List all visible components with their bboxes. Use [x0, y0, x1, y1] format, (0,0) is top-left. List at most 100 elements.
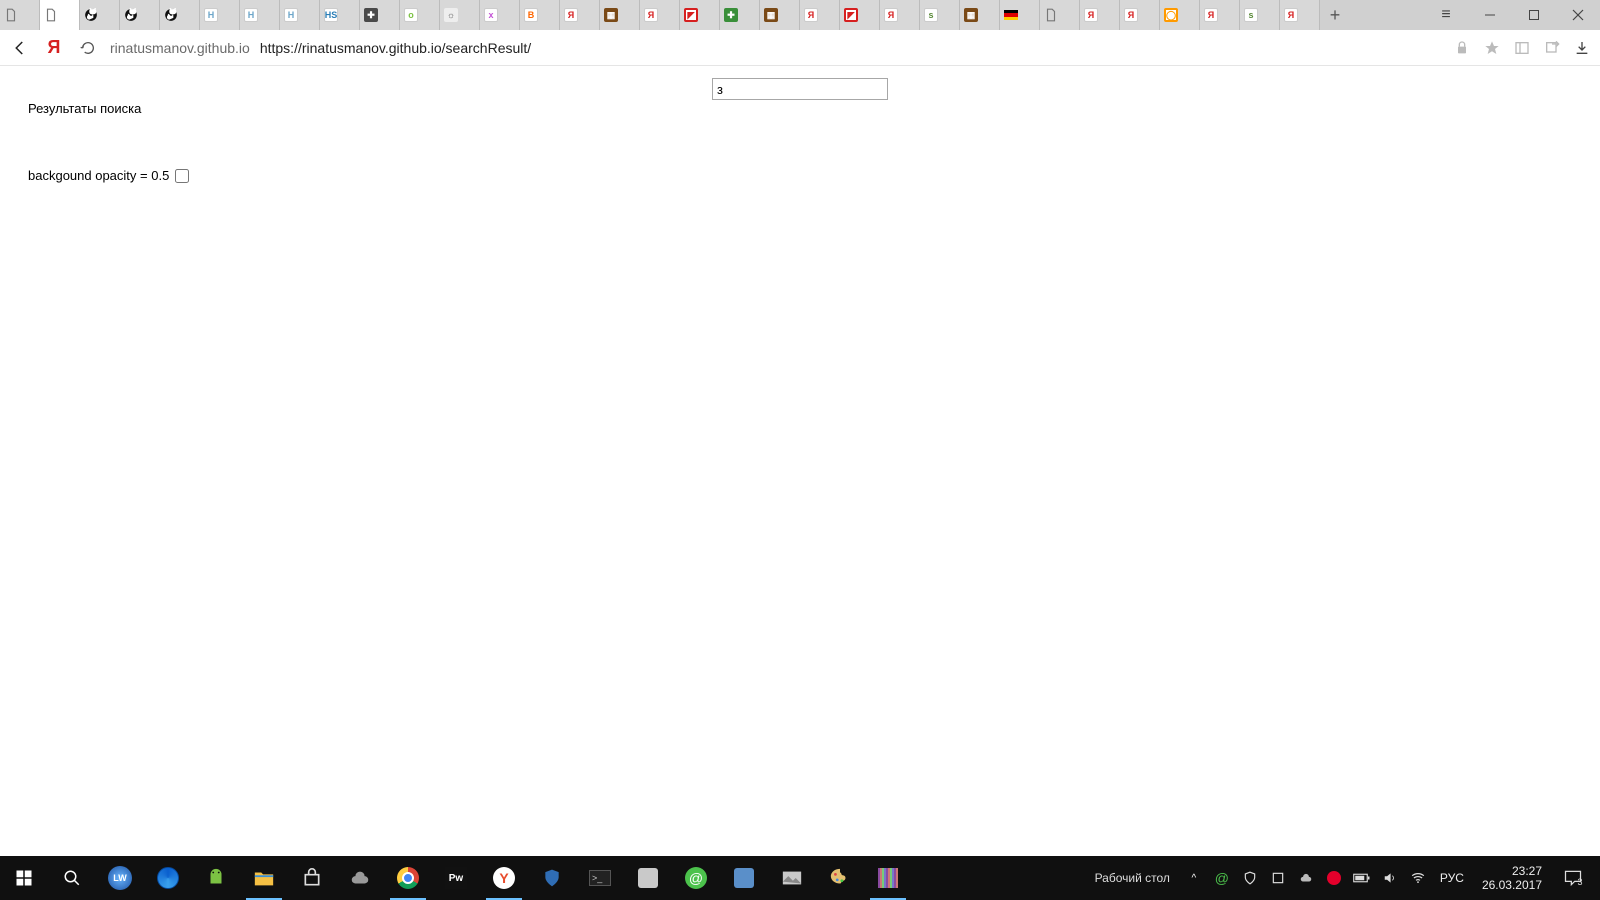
browser-tab[interactable]: B: [520, 0, 560, 30]
browser-tab[interactable]: [0, 0, 40, 30]
browser-tabbar: HHHHS✚o☼xBЯ▦Я◤✚▦Я◤Яs▦ЯЯ◯ЯsЯ + ≡: [0, 0, 1600, 30]
tray-wifi-icon[interactable]: [1408, 868, 1428, 888]
input-language-indicator[interactable]: РУС: [1436, 871, 1468, 885]
browser-tab[interactable]: s: [920, 0, 960, 30]
browser-tab[interactable]: ◤: [680, 0, 720, 30]
tab-favicon-icon: H: [204, 8, 218, 22]
browser-tab[interactable]: Я: [800, 0, 840, 30]
browser-tab[interactable]: H: [280, 0, 320, 30]
minimize-button[interactable]: [1468, 0, 1512, 30]
bookmark-star-icon[interactable]: [1482, 38, 1502, 58]
tray-battery-icon[interactable]: [1352, 868, 1372, 888]
tab-favicon-icon: Я: [644, 8, 658, 22]
sidebar-icon[interactable]: [1512, 38, 1532, 58]
search-input[interactable]: [712, 78, 888, 100]
tab-favicon-icon: H: [284, 8, 298, 22]
tray-defender-icon[interactable]: [1240, 868, 1260, 888]
maximize-button[interactable]: [1512, 0, 1556, 30]
browser-tab[interactable]: ▦: [600, 0, 640, 30]
browser-tab[interactable]: x: [480, 0, 520, 30]
browser-tab[interactable]: Я: [640, 0, 680, 30]
new-tab-button[interactable]: +: [1320, 0, 1350, 30]
taskbar-app-terminal[interactable]: >_: [576, 856, 624, 900]
browser-tab[interactable]: H: [240, 0, 280, 30]
browser-tab[interactable]: [160, 0, 200, 30]
chrome-icon: [396, 866, 420, 890]
taskbar-app-cloud[interactable]: [336, 856, 384, 900]
browser-tab[interactable]: Я: [1200, 0, 1240, 30]
tray-cloud-icon[interactable]: [1296, 868, 1316, 888]
browser-tab[interactable]: ◤: [840, 0, 880, 30]
share-icon[interactable]: [1542, 38, 1562, 58]
browser-tab[interactable]: ▦: [960, 0, 1000, 30]
browser-tab[interactable]: [1000, 0, 1040, 30]
paint-icon: [828, 866, 852, 890]
browser-tab[interactable]: ☼: [440, 0, 480, 30]
taskbar-app-start[interactable]: [0, 856, 48, 900]
tab-favicon-icon: [4, 8, 18, 22]
hamburger-menu-button[interactable]: ≡: [1424, 0, 1468, 30]
taskbar-app-edge[interactable]: [144, 856, 192, 900]
taskbar-app-pw[interactable]: Pw: [432, 856, 480, 900]
browser-tab[interactable]: [1040, 0, 1080, 30]
taskbar-tray: Рабочий стол ^ @ РУС 23:27 26.03.2017 3: [1095, 856, 1600, 900]
opacity-checkbox[interactable]: [175, 169, 189, 183]
taskbar-app-archive[interactable]: [864, 856, 912, 900]
tab-favicon-icon: ☼: [444, 8, 458, 22]
browser-tab[interactable]: Я: [1280, 0, 1320, 30]
tab-favicon-icon: s: [924, 8, 938, 22]
taskbar-app-at[interactable]: @: [672, 856, 720, 900]
taskbar-app-search[interactable]: [48, 856, 96, 900]
browser-tab[interactable]: [40, 0, 80, 30]
browser-tab[interactable]: o: [400, 0, 440, 30]
android-icon: [204, 866, 228, 890]
taskbar-app-explorer[interactable]: [240, 856, 288, 900]
browser-tab[interactable]: ◯: [1160, 0, 1200, 30]
page-content: Результаты поиска backgound opacity = 0.…: [0, 66, 1600, 856]
reload-button[interactable]: [76, 36, 100, 60]
tab-favicon-icon: ✚: [364, 8, 378, 22]
download-icon[interactable]: [1572, 38, 1592, 58]
browser-tab[interactable]: HS: [320, 0, 360, 30]
taskbar-app-paint[interactable]: [816, 856, 864, 900]
back-button[interactable]: [8, 36, 32, 60]
browser-tab[interactable]: ▦: [760, 0, 800, 30]
taskbar-app-store[interactable]: [288, 856, 336, 900]
tray-chevron-up-icon[interactable]: ^: [1184, 868, 1204, 888]
browser-tab[interactable]: [80, 0, 120, 30]
tray-volume-icon[interactable]: [1380, 868, 1400, 888]
taskbar-clock[interactable]: 23:27 26.03.2017: [1476, 864, 1548, 892]
address-host[interactable]: rinatusmanov.github.io: [110, 40, 250, 56]
browser-logo-icon[interactable]: Я: [42, 36, 66, 60]
lock-icon[interactable]: [1452, 38, 1472, 58]
close-button[interactable]: [1556, 0, 1600, 30]
taskbar-app-app1[interactable]: [624, 856, 672, 900]
desktop-label[interactable]: Рабочий стол: [1095, 871, 1170, 885]
browser-tab[interactable]: s: [1240, 0, 1280, 30]
address-url[interactable]: https://rinatusmanov.github.io/searchRes…: [260, 40, 531, 56]
tray-opera-icon[interactable]: [1324, 868, 1344, 888]
taskbar-app-yandex[interactable]: Y: [480, 856, 528, 900]
browser-tab[interactable]: ✚: [360, 0, 400, 30]
browser-tab[interactable]: H: [200, 0, 240, 30]
clock-time: 23:27: [1512, 864, 1542, 878]
browser-tab[interactable]: Я: [560, 0, 600, 30]
tab-favicon-icon: ▦: [764, 8, 778, 22]
search-results-label: Результаты поиска: [28, 101, 141, 116]
browser-tab[interactable]: Я: [1120, 0, 1160, 30]
taskbar-app-pics[interactable]: [768, 856, 816, 900]
taskbar-app-shield[interactable]: [528, 856, 576, 900]
action-center-button[interactable]: 3: [1556, 856, 1596, 900]
browser-tab[interactable]: ✚: [720, 0, 760, 30]
taskbar-app-chrome[interactable]: [384, 856, 432, 900]
taskbar-app-android[interactable]: [192, 856, 240, 900]
browser-tab[interactable]: Я: [880, 0, 920, 30]
tray-at-icon[interactable]: @: [1212, 868, 1232, 888]
tab-favicon-icon: HS: [324, 8, 338, 22]
browser-tab[interactable]: [120, 0, 160, 30]
taskbar-app-lw[interactable]: LW: [96, 856, 144, 900]
tray-box-icon[interactable]: [1268, 868, 1288, 888]
terminal-icon: >_: [588, 866, 612, 890]
browser-tab[interactable]: Я: [1080, 0, 1120, 30]
taskbar-app-app2[interactable]: [720, 856, 768, 900]
